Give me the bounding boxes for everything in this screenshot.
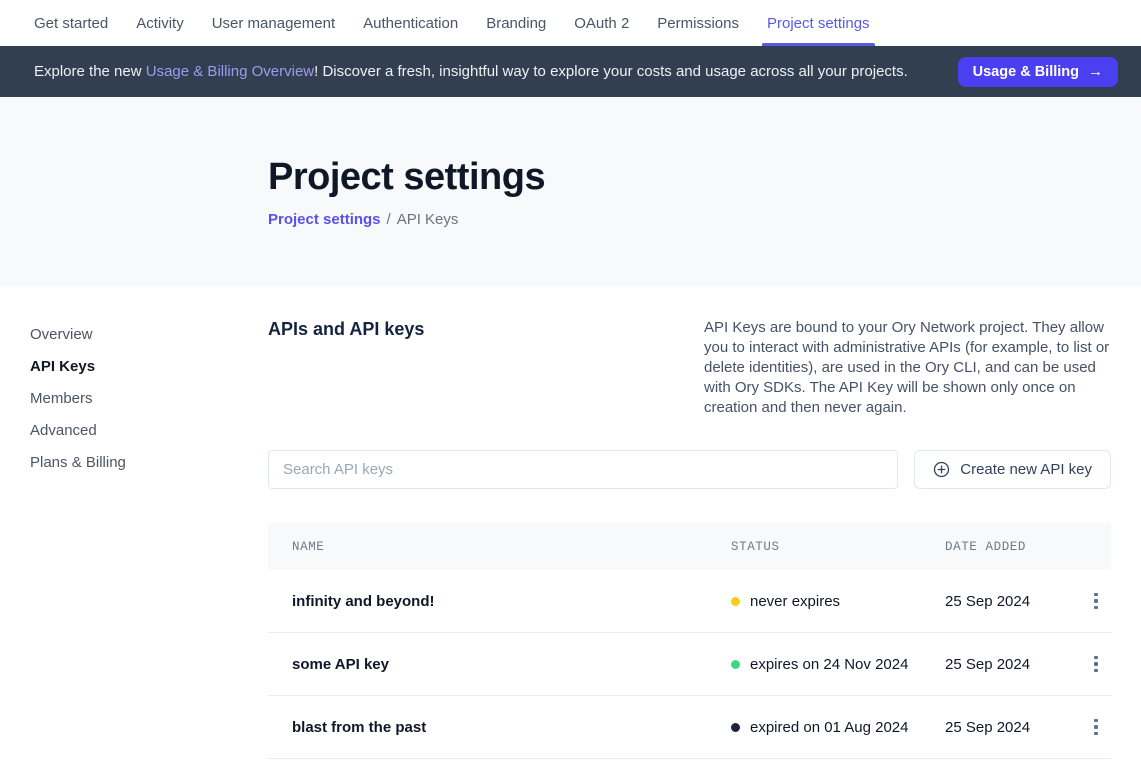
plus-circle-icon — [933, 461, 950, 478]
status-dot-icon — [731, 660, 740, 669]
nav-item-get-started[interactable]: Get started — [34, 0, 108, 46]
table-header-row: NAME STATUS DATE ADDED — [268, 523, 1111, 570]
banner-text-after: ! Discover a fresh, insightful way to ex… — [314, 63, 908, 80]
breadcrumb-current: API Keys — [397, 211, 459, 228]
row-actions-kebab-icon[interactable] — [1081, 713, 1111, 742]
search-input[interactable] — [268, 450, 898, 489]
nav-item-user-management[interactable]: User management — [212, 0, 335, 46]
breadcrumb: Project settings / API Keys — [268, 211, 1141, 228]
settings-side-nav: Overview API Keys Members Advanced Plans… — [0, 287, 268, 479]
banner-message: Explore the new Usage & Billing Overview… — [34, 63, 958, 80]
create-api-key-button[interactable]: Create new API key — [914, 450, 1111, 489]
section-description: API Keys are bound to your Ory Network p… — [704, 318, 1111, 418]
api-key-name: blast from the past — [268, 719, 731, 736]
section-title: APIs and API keys — [268, 318, 424, 340]
api-key-status: expires on 24 Nov 2024 — [731, 656, 945, 673]
column-header-status: STATUS — [731, 540, 945, 554]
nav-item-authentication[interactable]: Authentication — [363, 0, 458, 46]
usage-billing-button-label: Usage & Billing — [973, 64, 1079, 80]
nav-item-oauth2[interactable]: OAuth 2 — [574, 0, 629, 46]
api-key-status: expired on 01 Aug 2024 — [731, 719, 945, 736]
table-row: some API key expires on 24 Nov 2024 25 S… — [268, 633, 1111, 696]
content-area: Overview API Keys Members Advanced Plans… — [0, 287, 1141, 783]
arrow-right-icon: → — [1088, 63, 1103, 80]
api-keys-panel: APIs and API keys API Keys are bound to … — [268, 287, 1141, 759]
sidebar-item-overview[interactable]: Overview — [30, 319, 268, 351]
api-key-date-added: 25 Sep 2024 — [945, 656, 1081, 673]
breadcrumb-project-settings-link[interactable]: Project settings — [268, 211, 381, 228]
sidebar-item-members[interactable]: Members — [30, 383, 268, 415]
banner-text-before: Explore the new — [34, 63, 146, 80]
api-key-name: infinity and beyond! — [268, 593, 731, 610]
sidebar-item-advanced[interactable]: Advanced — [30, 415, 268, 447]
status-text: never expires — [750, 593, 840, 610]
column-header-date-added: DATE ADDED — [945, 540, 1081, 554]
top-navigation: Get started Activity User management Aut… — [0, 0, 1141, 46]
status-dot-icon — [731, 597, 740, 606]
sidebar-item-plans-billing[interactable]: Plans & Billing — [30, 447, 268, 479]
breadcrumb-separator: / — [387, 211, 391, 228]
nav-item-project-settings[interactable]: Project settings — [767, 0, 870, 46]
usage-billing-banner: Explore the new Usage & Billing Overview… — [0, 46, 1141, 97]
api-key-status: never expires — [731, 593, 945, 610]
sidebar-item-api-keys[interactable]: API Keys — [30, 351, 268, 383]
page-header: Project settings Project settings / API Ke… — [0, 97, 1141, 287]
status-dot-icon — [731, 723, 740, 732]
nav-item-branding[interactable]: Branding — [486, 0, 546, 46]
page-title: Project settings — [268, 157, 1141, 199]
api-key-date-added: 25 Sep 2024 — [945, 719, 1081, 736]
nav-item-permissions[interactable]: Permissions — [657, 0, 739, 46]
create-api-key-label: Create new API key — [960, 461, 1092, 478]
api-keys-table: NAME STATUS DATE ADDED infinity and beyo… — [268, 523, 1111, 759]
usage-billing-button[interactable]: Usage & Billing → — [958, 57, 1118, 87]
nav-item-activity[interactable]: Activity — [136, 0, 184, 46]
status-text: expired on 01 Aug 2024 — [750, 719, 908, 736]
table-row: blast from the past expired on 01 Aug 20… — [268, 696, 1111, 759]
section-head: APIs and API keys API Keys are bound to … — [268, 318, 1111, 418]
status-text: expires on 24 Nov 2024 — [750, 656, 908, 673]
row-actions-kebab-icon[interactable] — [1081, 650, 1111, 679]
table-row: infinity and beyond! never expires 25 Se… — [268, 570, 1111, 633]
api-key-name: some API key — [268, 656, 731, 673]
api-keys-controls: Create new API key — [268, 450, 1111, 489]
row-actions-kebab-icon[interactable] — [1081, 587, 1111, 616]
usage-billing-overview-link[interactable]: Usage & Billing Overview — [146, 63, 314, 80]
api-key-date-added: 25 Sep 2024 — [945, 593, 1081, 610]
column-header-name: NAME — [268, 540, 731, 554]
